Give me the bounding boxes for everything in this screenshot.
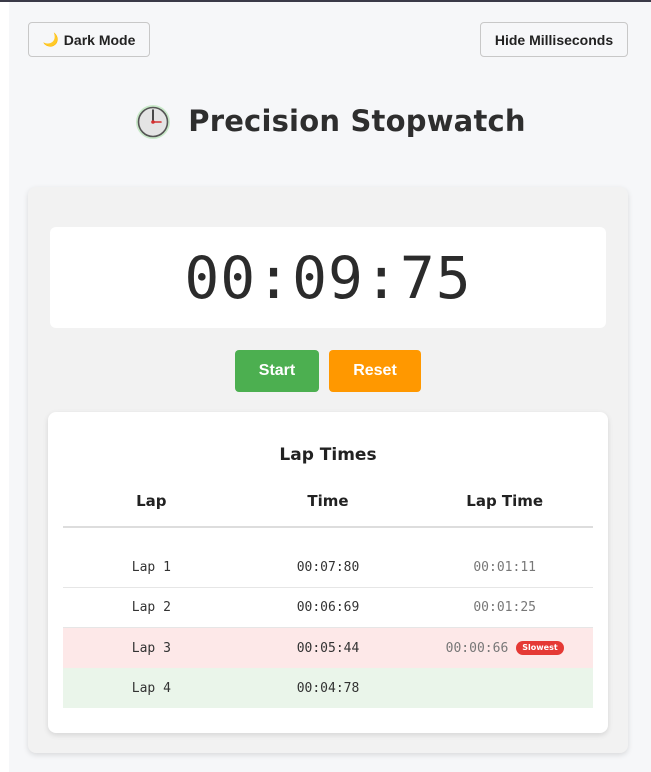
dark-mode-label: Dark Mode <box>63 31 136 48</box>
stopwatch-icon <box>136 105 171 139</box>
lap-split-cell: 00:00:66 Slowest <box>416 641 593 656</box>
lap-table-header: Lap Time Lap Time <box>63 492 593 528</box>
moon-icon: 🌙 <box>42 31 59 47</box>
lap-number: Lap 4 <box>131 680 171 696</box>
table-row: Lap 2 00:06:69 00:01:25 <box>63 588 593 628</box>
lap-split-time: 00:01:11 <box>473 560 536 575</box>
table-row: Lap 1 00:07:80 00:01:11 <box>63 548 593 588</box>
page-title: Precision Stopwatch <box>188 104 526 138</box>
header: Precision Stopwatch <box>9 98 651 144</box>
time-readout: 00:09:75 <box>184 243 472 312</box>
time-display: 00:09:75 <box>50 227 606 328</box>
table-row-fastest: Lap 4 00:04:78 <box>63 668 593 708</box>
stopwatch-card: 00:09:75 Start Reset Lap Times Lap Time … <box>28 187 628 753</box>
lap-times-title: Lap Times <box>279 445 377 465</box>
dark-mode-button[interactable]: 🌙 Dark Mode <box>28 22 150 57</box>
table-row-slowest: Lap 3 00:05:44 00:00:66 Slowest <box>63 628 593 668</box>
lap-split-time: 00:00:66 <box>445 640 509 656</box>
lap-total-time: 00:07:80 <box>296 560 360 575</box>
lap-split-time: 00:01:25 <box>473 600 536 615</box>
hide-milliseconds-button[interactable]: Hide Milliseconds <box>480 22 628 57</box>
page: 🌙 Dark Mode Hide Milliseconds Precision … <box>9 2 651 772</box>
lap-number: Lap 3 <box>131 640 171 656</box>
lap-total-time: 00:06:69 <box>296 600 360 615</box>
reset-button[interactable]: Reset <box>329 350 421 392</box>
column-header-time: Time <box>307 492 349 510</box>
start-button[interactable]: Start <box>235 350 319 392</box>
slowest-badge: Slowest <box>516 641 564 655</box>
column-header-lap-time: Lap Time <box>466 492 544 510</box>
lap-total-time: 00:04:78 <box>296 680 360 696</box>
lap-total-time: 00:05:44 <box>296 640 360 656</box>
lap-number: Lap 2 <box>131 600 171 615</box>
lap-number: Lap 1 <box>131 560 171 575</box>
column-header-lap: Lap <box>136 492 167 510</box>
lap-times-panel: Lap Times Lap Time Lap Time Lap 1 00:07:… <box>48 412 608 733</box>
